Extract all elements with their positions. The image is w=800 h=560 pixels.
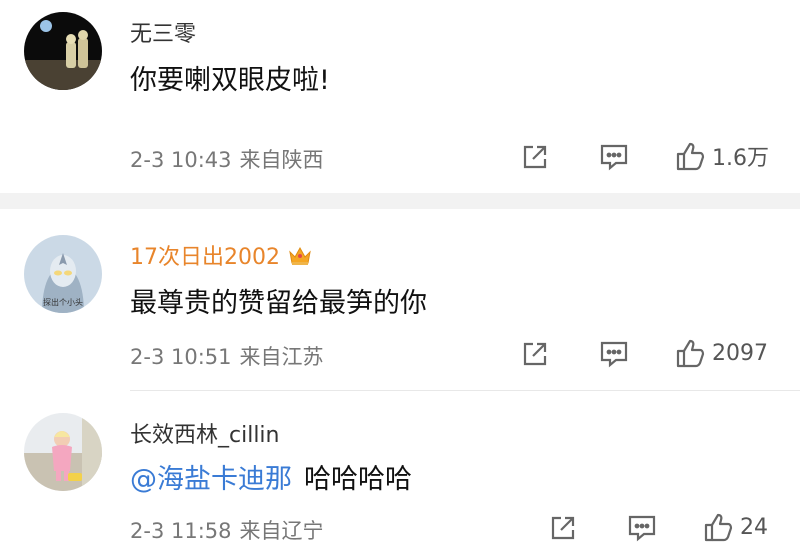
like-count: 1.6万: [712, 146, 769, 171]
avatar[interactable]: [24, 12, 102, 90]
comment-time: 2-3 10:51: [130, 345, 232, 369]
like-count: 2097: [712, 340, 768, 366]
comment-item: 无三零 你要喇双眼皮啦! 2-3 10:43 来自陕西 1.6万: [0, 0, 800, 193]
comment-text: 最尊贵的赞留给最笋的你: [130, 288, 427, 319]
thumbs-up-icon: [704, 513, 733, 542]
like-button[interactable]: 1.6万: [674, 140, 769, 172]
comment-location: 来自江苏: [239, 345, 324, 369]
like-button[interactable]: 2097: [674, 337, 768, 369]
comment-time: 2-3 10:43: [130, 148, 232, 172]
comment-meta: 2-3 10:51 来自江苏: [130, 341, 324, 371]
share-button[interactable]: [520, 142, 550, 172]
reply-button[interactable]: [598, 339, 630, 369]
comment-text: @海盐卡迪那 哈哈哈哈: [130, 457, 412, 496]
comment-icon: [600, 341, 628, 368]
comment-icon: [628, 515, 656, 542]
like-button[interactable]: 24: [702, 511, 768, 543]
avatar-caption: 探出个小头: [43, 297, 83, 307]
username[interactable]: 17次日出2002: [130, 239, 312, 272]
section-divider: [0, 193, 800, 209]
comment-text: 你要喇双眼皮啦!: [130, 65, 330, 96]
comment-location: 来自陕西: [239, 148, 324, 172]
username[interactable]: 长效西林_cillin: [130, 417, 280, 449]
mention-link[interactable]: @海盐卡迪那: [130, 464, 292, 495]
username[interactable]: 无三零: [130, 16, 196, 48]
avatar[interactable]: 探出个小头: [24, 235, 102, 313]
thumbs-up-icon: [676, 142, 705, 171]
thumbs-up-icon: [676, 339, 705, 368]
share-icon: [523, 342, 547, 366]
crown-icon: [288, 244, 312, 272]
comment-meta: 2-3 11:58 来自辽宁: [130, 515, 324, 545]
share-button[interactable]: [520, 339, 550, 369]
comment-item: 探出个小头 17次日出2002 最尊贵的赞留给最笋的你 2-3 10:51 来自江…: [0, 209, 800, 390]
comment-location: 来自辽宁: [239, 519, 324, 543]
avatar[interactable]: [24, 413, 102, 491]
share-button[interactable]: [548, 513, 578, 543]
like-count: 24: [740, 514, 768, 540]
username-text: 17次日出2002: [130, 245, 280, 270]
comment-time: 2-3 11:58: [130, 519, 232, 543]
comment-icon: [600, 144, 628, 171]
comment-text-body: 哈哈哈哈: [304, 464, 412, 495]
reply-button[interactable]: [626, 513, 658, 543]
share-icon: [551, 516, 575, 540]
reply-button[interactable]: [598, 142, 630, 172]
comment-item: 长效西林_cillin @海盐卡迪那 哈哈哈哈 2-3 11:58 来自辽宁 24: [0, 391, 800, 560]
comment-meta: 2-3 10:43 来自陕西: [130, 144, 324, 174]
share-icon: [523, 145, 547, 169]
